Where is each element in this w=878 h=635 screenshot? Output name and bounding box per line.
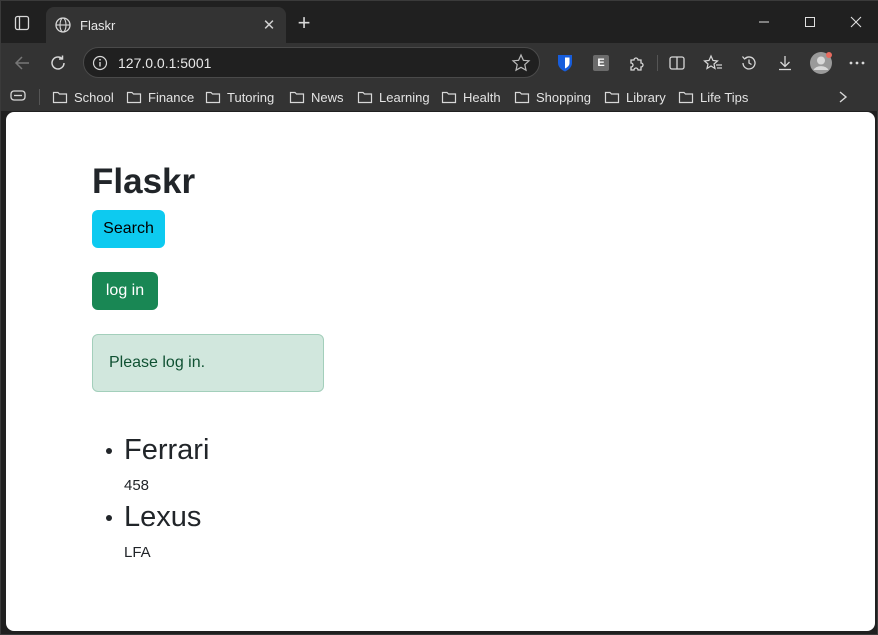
- folder-icon: [357, 91, 373, 104]
- folder-icon: [289, 91, 305, 104]
- folder-icon: [514, 91, 530, 104]
- bookmark-news[interactable]: News: [289, 87, 344, 107]
- folder-icon: [126, 91, 142, 104]
- site-info-icon[interactable]: [92, 55, 108, 71]
- back-arrow-icon[interactable]: [8, 49, 36, 77]
- downloads-icon[interactable]: [773, 51, 797, 75]
- bookmark-finance[interactable]: Finance: [126, 87, 194, 107]
- page-title: Flaskr: [92, 162, 196, 201]
- alert-text: Please log in.: [109, 354, 206, 371]
- close-window-icon[interactable]: [833, 7, 878, 37]
- maximize-icon[interactable]: [787, 7, 833, 37]
- folder-icon: [205, 91, 221, 104]
- favorites-icon[interactable]: [701, 51, 725, 75]
- post-body: 458: [124, 477, 150, 494]
- extension-e-icon[interactable]: E: [589, 51, 613, 75]
- search-button[interactable]: Search: [92, 210, 165, 248]
- bookmark-health[interactable]: Health: [441, 87, 501, 107]
- bookmark-library[interactable]: Library: [604, 87, 666, 107]
- list-item: Lexus LFA: [92, 499, 592, 566]
- apps-icon[interactable]: [9, 88, 29, 106]
- reload-icon[interactable]: [44, 49, 72, 77]
- post-title: Ferrari: [124, 434, 210, 466]
- bitwarden-shield-icon[interactable]: [553, 51, 577, 75]
- bookmarks-bar: School Finance Tutoring News Learning He…: [1, 83, 878, 111]
- profile-avatar-icon[interactable]: [809, 51, 833, 75]
- page-content: Flaskr Search log in Please log in. Ferr…: [6, 112, 875, 631]
- folder-icon: [678, 91, 694, 104]
- toolbar-divider: [657, 55, 658, 71]
- folder-icon: [604, 91, 620, 104]
- address-bar[interactable]: 127.0.0.1:5001: [83, 47, 540, 78]
- bookmark-tutoring[interactable]: Tutoring: [205, 87, 274, 107]
- tab-bar: Flaskr ✕ +: [1, 1, 878, 43]
- tab-active[interactable]: Flaskr ✕: [46, 7, 286, 43]
- bookmark-shopping[interactable]: Shopping: [514, 87, 591, 107]
- alert-message: Please log in.: [92, 334, 324, 392]
- post-title: Lexus: [124, 501, 202, 533]
- bookmark-learning[interactable]: Learning: [357, 87, 430, 107]
- browser-toolbar: 127.0.0.1:5001 E: [1, 43, 878, 83]
- tab-title: Flaskr: [80, 17, 116, 33]
- new-tab-icon[interactable]: +: [291, 12, 317, 36]
- login-button[interactable]: log in: [92, 272, 158, 310]
- bookmark-school[interactable]: School: [52, 87, 114, 107]
- more-menu-icon[interactable]: [845, 51, 869, 75]
- chevron-right-icon[interactable]: [833, 87, 853, 107]
- folder-icon: [441, 91, 457, 104]
- globe-icon: [55, 17, 71, 33]
- extensions-puzzle-icon[interactable]: [625, 51, 649, 75]
- split-screen-icon[interactable]: [665, 51, 689, 75]
- browser-window: Flaskr ✕ + 127.0.0.1:5001 E School Finan…: [0, 0, 878, 635]
- folder-icon: [52, 91, 68, 104]
- favorite-star-icon[interactable]: [511, 53, 531, 73]
- tab-actions-icon[interactable]: [9, 11, 35, 35]
- bullet-icon: [106, 448, 112, 454]
- history-icon[interactable]: [737, 51, 761, 75]
- post-list: Ferrari 458 Lexus LFA: [92, 432, 592, 566]
- bullet-icon: [106, 515, 112, 521]
- bookmarks-divider: [39, 89, 40, 105]
- url-text: 127.0.0.1:5001: [118, 54, 212, 71]
- minimize-icon[interactable]: [741, 7, 787, 37]
- close-tab-icon[interactable]: ✕: [256, 12, 282, 38]
- list-item: Ferrari 458: [92, 432, 592, 499]
- post-body: LFA: [124, 544, 151, 561]
- bookmark-life-tips[interactable]: Life Tips: [678, 87, 748, 107]
